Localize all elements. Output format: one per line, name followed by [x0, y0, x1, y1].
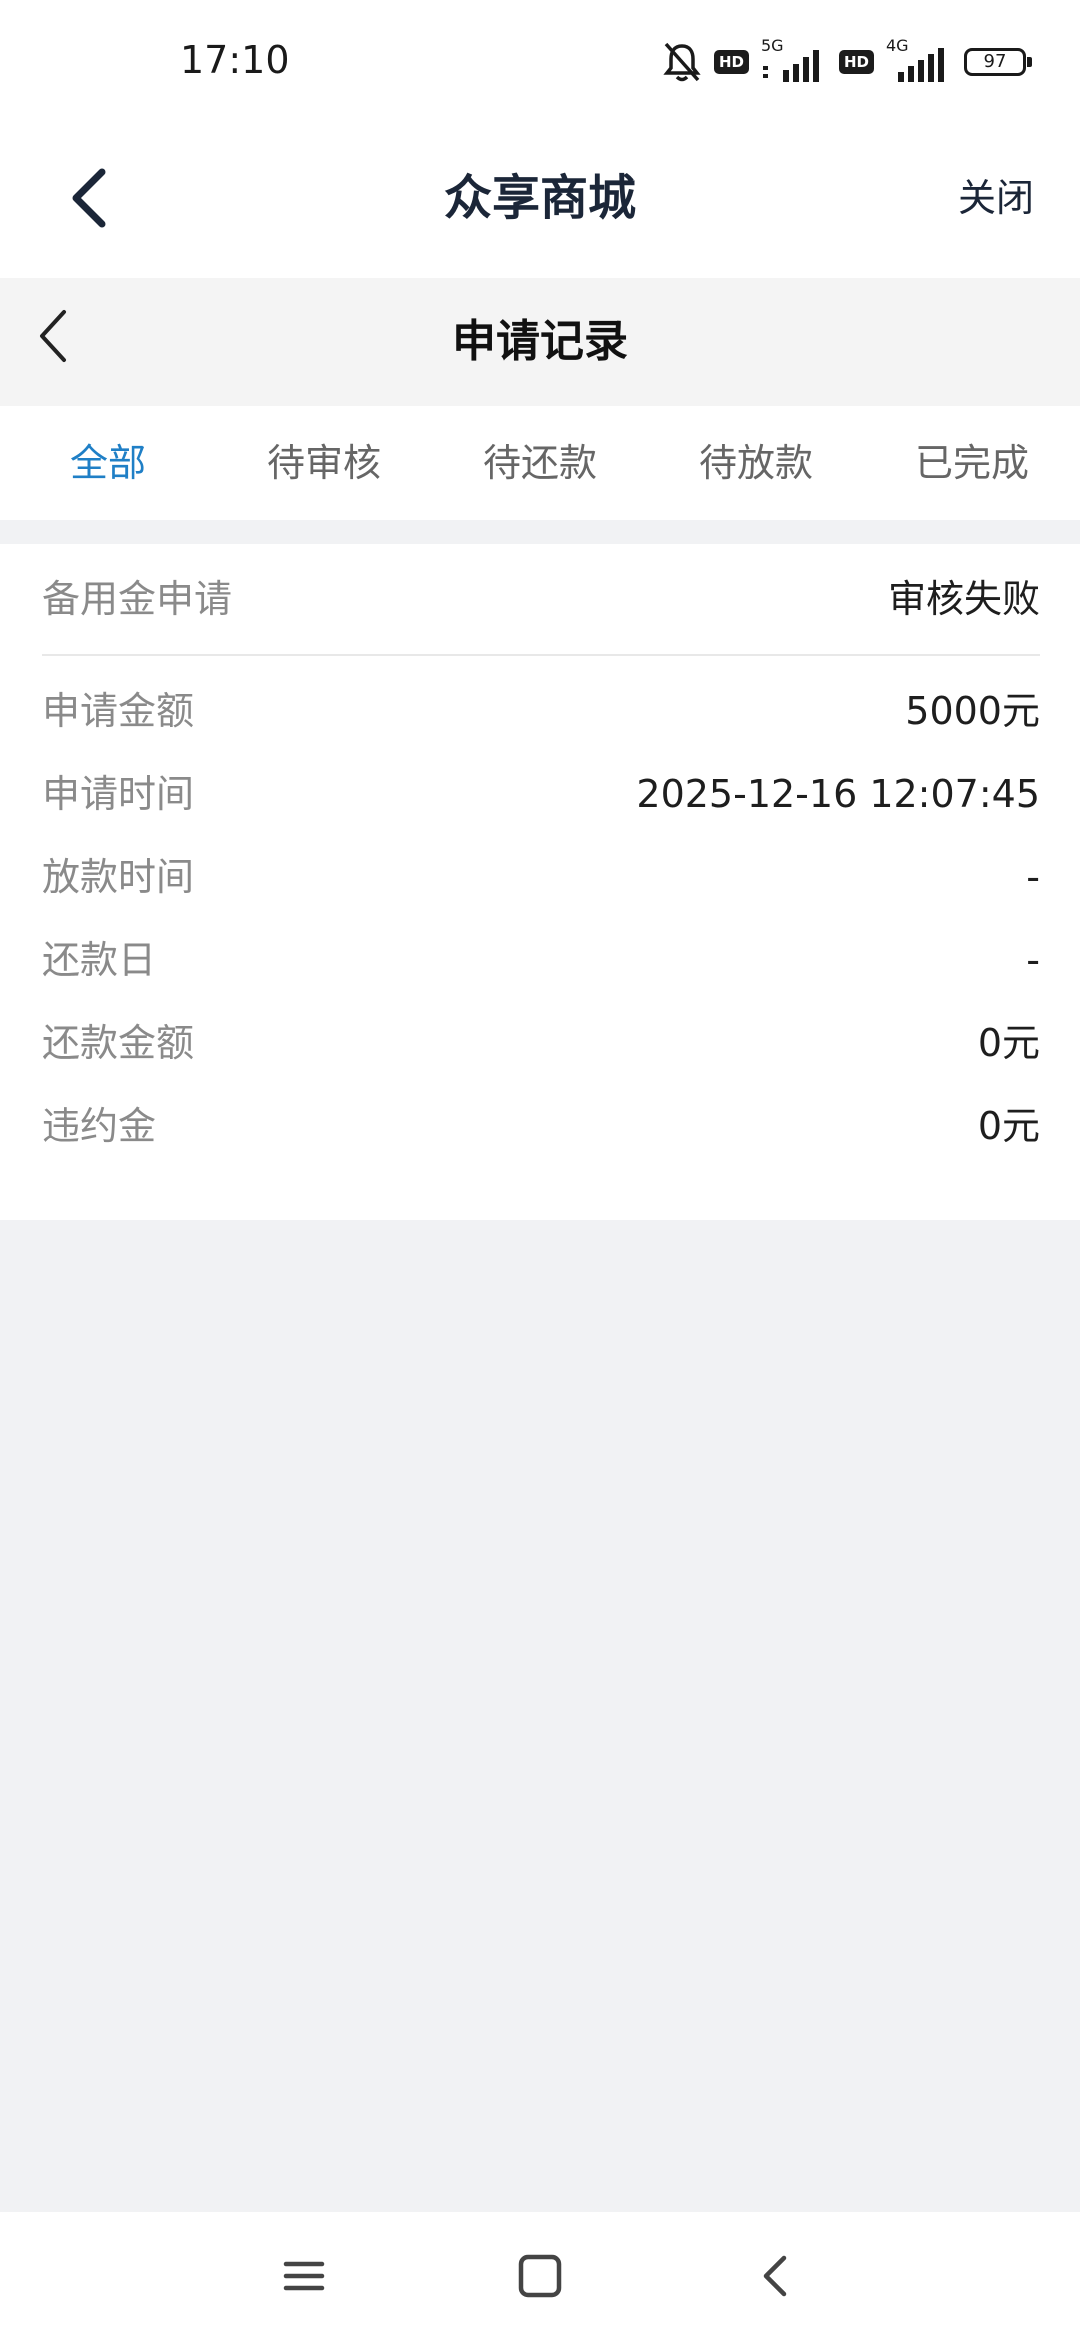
tab-pending-repayment[interactable]: 待还款: [432, 406, 648, 520]
row-label: 违约金: [42, 1104, 157, 1148]
detail-row-apply-time: 申请时间 2025-12-16 12:07:45: [42, 761, 1040, 844]
row-label: 申请时间: [42, 772, 195, 816]
record-title: 备用金申请: [42, 577, 233, 621]
record-card-header: 备用金申请 审核失败: [42, 544, 1040, 656]
detail-row-penalty: 违约金 0元: [42, 1093, 1040, 1176]
row-value: -: [1026, 855, 1040, 899]
app-title: 众享商城: [443, 170, 636, 226]
page-title: 申请记录: [452, 316, 628, 367]
row-value: 0元: [977, 1104, 1040, 1148]
record-card[interactable]: 备用金申请 审核失败 申请金额 5000元 申请时间 2025-12-16 12…: [0, 544, 1080, 1220]
home-button[interactable]: [510, 2246, 570, 2306]
row-value: 5000元: [905, 689, 1040, 733]
signal-5g-icon: 5G: [761, 36, 827, 84]
close-button[interactable]: 关闭: [958, 158, 1034, 238]
row-label: 还款金额: [42, 1021, 195, 1065]
sub-header: 申请记录: [0, 278, 1080, 406]
home-square-icon: [518, 2254, 562, 2298]
signal-4g-icon: 4G: [886, 36, 952, 84]
row-label: 放款时间: [42, 855, 195, 899]
tab-all[interactable]: 全部: [0, 406, 216, 520]
row-value: 0元: [977, 1021, 1040, 1065]
back-chevron-icon: [763, 2255, 787, 2297]
record-details: 申请金额 5000元 申请时间 2025-12-16 12:07:45 放款时间…: [42, 678, 1040, 1176]
mute-bell-icon: [663, 42, 701, 82]
status-badge: 审核失败: [887, 577, 1040, 621]
row-label: 还款日: [42, 938, 157, 982]
detail-row-amount: 申请金额 5000元: [42, 678, 1040, 761]
detail-row-disburse-time: 放款时间 -: [42, 844, 1040, 927]
system-nav-bar: [0, 2212, 1080, 2340]
status-time: 17:10: [180, 38, 290, 82]
status-tabs: 全部 待审核 待还款 待放款 已完成: [0, 406, 1080, 520]
detail-row-repay-amount: 还款金额 0元: [42, 1010, 1040, 1093]
tab-completed[interactable]: 已完成: [864, 406, 1080, 520]
row-label: 申请金额: [42, 689, 195, 733]
tab-pending-disbursement[interactable]: 待放款: [648, 406, 864, 520]
status-bar: 17:10 HD 5G HD 4G 97: [0, 0, 1080, 122]
hd-badge: HD: [838, 50, 874, 74]
row-value: -: [1026, 938, 1040, 982]
app-header: 众享商城 关闭: [0, 122, 1080, 278]
battery-icon: 97: [964, 48, 1032, 76]
detail-row-due-date: 还款日 -: [42, 927, 1040, 1010]
menu-icon: [283, 2261, 325, 2291]
row-value: 2025-12-16 12:07:45: [636, 772, 1040, 816]
battery-cap: [1027, 57, 1032, 67]
menu-button[interactable]: [274, 2246, 334, 2306]
hd-badge: HD: [713, 50, 749, 74]
nav-back-button[interactable]: [746, 2246, 806, 2306]
battery-level: 97: [983, 51, 1007, 72]
status-icons: HD 5G HD 4G 97: [662, 36, 1032, 86]
tab-pending-review[interactable]: 待审核: [216, 406, 432, 520]
